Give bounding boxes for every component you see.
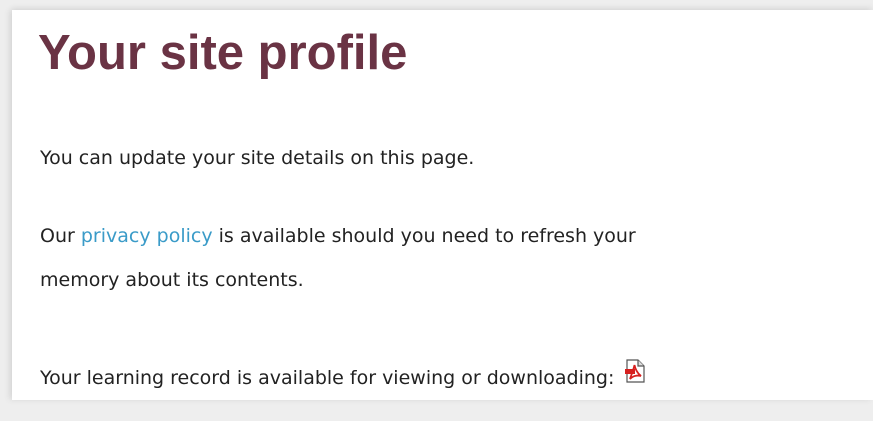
- learning-record-paragraph: Your learning record is available for vi…: [40, 356, 860, 400]
- pdf-icon[interactable]: [624, 355, 646, 399]
- privacy-suffix: is available should you need to refresh …: [212, 225, 636, 247]
- page-title: Your site profile: [38, 26, 408, 80]
- intro-paragraph: You can update your site details on this…: [40, 136, 860, 180]
- privacy-policy-link[interactable]: privacy policy: [81, 225, 213, 247]
- privacy-prefix: Our: [40, 225, 81, 247]
- content-panel: Your site profile You can update your si…: [12, 10, 873, 400]
- privacy-line2: memory about its contents.: [40, 269, 304, 291]
- intro-text: You can update your site details on this…: [40, 147, 475, 169]
- learning-record-text: Your learning record is available for vi…: [40, 367, 615, 389]
- privacy-paragraph: Our privacy policy is available should y…: [40, 214, 860, 302]
